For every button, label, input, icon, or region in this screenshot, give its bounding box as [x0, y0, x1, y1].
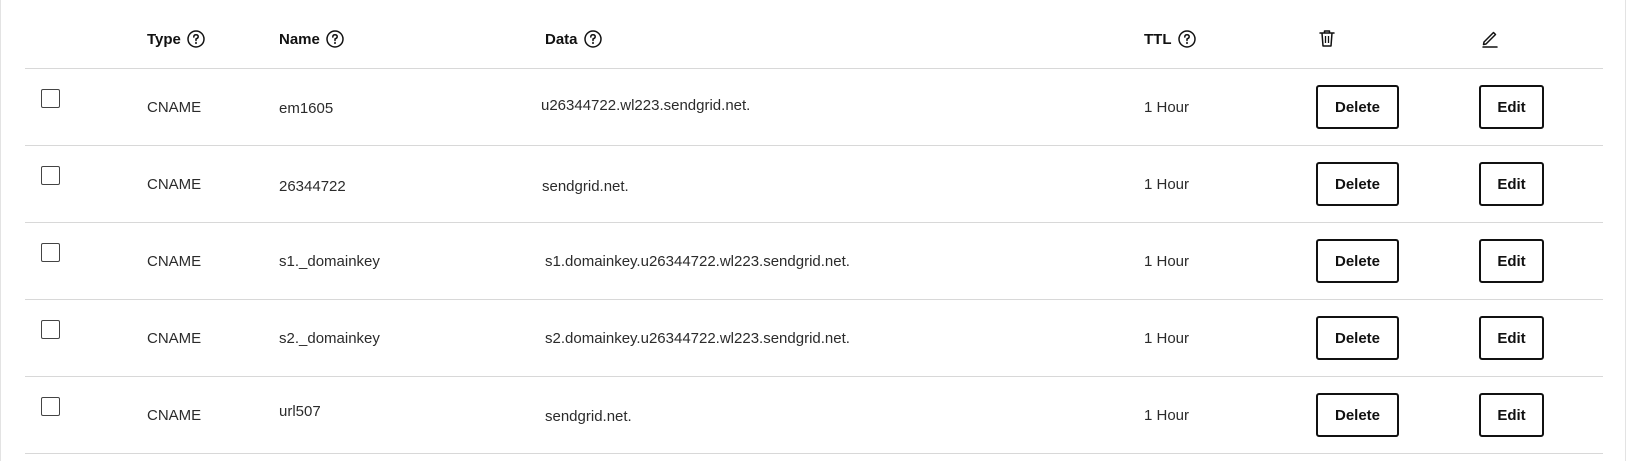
- delete-button[interactable]: Delete: [1316, 316, 1399, 360]
- record-name: s2._domainkey: [279, 330, 380, 347]
- record-data: u26344722.wl223.sendgrid.net.: [541, 97, 751, 114]
- record-type: CNAME: [147, 176, 202, 193]
- table-row: CNAME em1605 u26344722.wl223.sendgrid.ne…: [25, 69, 1603, 146]
- table-row: CNAME url507 sendgrid.net. 1 Hour Delete…: [25, 377, 1603, 454]
- question-circle-icon[interactable]: [583, 30, 602, 48]
- record-ttl: 1 Hour: [1144, 330, 1190, 347]
- record-name: s1._domainkey: [279, 253, 380, 270]
- delete-button[interactable]: Delete: [1316, 162, 1399, 206]
- table-row: CNAME 26344722 sendgrid.net. 1 Hour Dele…: [25, 146, 1603, 223]
- column-header-name-label: Name: [279, 30, 320, 48]
- table-row: CNAME s2._domainkey s2.domainkey.u263447…: [25, 300, 1603, 377]
- dns-records-table: Type Name Data TTL CNAME em1605 u2634472…: [25, 0, 1603, 454]
- record-data: s2.domainkey.u26344722.wl223.sendgrid.ne…: [545, 330, 850, 347]
- record-ttl: 1 Hour: [1144, 99, 1190, 116]
- dns-records-panel: Type Name Data TTL CNAME em1605 u2634472…: [0, 0, 1626, 461]
- column-header-data-label: Data: [545, 30, 578, 48]
- record-type: CNAME: [147, 99, 202, 116]
- record-type: CNAME: [147, 330, 202, 347]
- question-circle-icon[interactable]: [1177, 30, 1196, 48]
- record-data: s1.domainkey.u26344722.wl223.sendgrid.ne…: [545, 253, 850, 270]
- record-ttl: 1 Hour: [1144, 176, 1190, 193]
- column-header-ttl: TTL: [1144, 30, 1196, 48]
- row-select-checkbox[interactable]: [41, 397, 60, 416]
- record-ttl: 1 Hour: [1144, 253, 1190, 270]
- record-data: sendgrid.net.: [542, 178, 629, 195]
- delete-button[interactable]: Delete: [1316, 393, 1399, 437]
- table-row: CNAME s1._domainkey s1.domainkey.u263447…: [25, 223, 1603, 300]
- row-select-checkbox[interactable]: [41, 243, 60, 262]
- question-circle-icon[interactable]: [187, 30, 205, 48]
- record-data: sendgrid.net.: [545, 408, 632, 425]
- edit-button[interactable]: Edit: [1479, 85, 1544, 129]
- question-circle-icon[interactable]: [326, 30, 344, 48]
- record-name: 26344722: [279, 178, 346, 195]
- edit-button[interactable]: Edit: [1479, 162, 1544, 206]
- row-select-checkbox[interactable]: [41, 320, 60, 339]
- edit-button[interactable]: Edit: [1479, 239, 1544, 283]
- table-header: Type Name Data TTL: [25, 0, 1603, 69]
- delete-button[interactable]: Delete: [1316, 239, 1399, 283]
- column-header-name: Name: [279, 30, 344, 48]
- column-header-type-label: Type: [147, 30, 181, 48]
- row-select-checkbox[interactable]: [41, 89, 60, 108]
- record-type: CNAME: [147, 253, 202, 270]
- column-header-data: Data: [545, 30, 602, 48]
- delete-button[interactable]: Delete: [1316, 85, 1399, 129]
- record-name: url507: [279, 403, 321, 420]
- pencil-icon: [1480, 28, 1500, 53]
- record-type: CNAME: [147, 407, 202, 424]
- record-ttl: 1 Hour: [1144, 407, 1190, 424]
- edit-button[interactable]: Edit: [1479, 316, 1544, 360]
- column-header-ttl-label: TTL: [1144, 30, 1172, 48]
- trash-icon: [1317, 28, 1337, 53]
- record-name: em1605: [279, 100, 334, 117]
- column-header-type: Type: [147, 30, 205, 48]
- row-select-checkbox[interactable]: [41, 166, 60, 185]
- edit-button[interactable]: Edit: [1479, 393, 1544, 437]
